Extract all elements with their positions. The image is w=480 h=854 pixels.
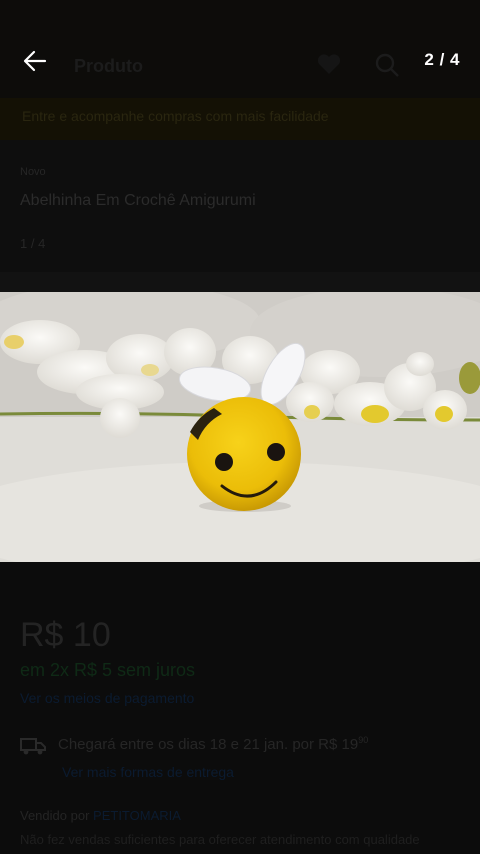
page-title: Produto xyxy=(74,56,143,76)
seller-label: Vendido por xyxy=(20,808,90,823)
login-banner: Entre e acompanhe compras com mais facil… xyxy=(0,98,480,140)
product-name: Abelhinha Em Crochê Amigurumi xyxy=(20,192,256,209)
product-info: Novo Abelhinha Em Crochê Amigurumi 1 / 4 xyxy=(0,140,480,272)
shipping-options-link: Ver mais formas de entrega xyxy=(62,764,234,780)
payment-methods-link: Ver os meios de pagamento xyxy=(20,690,195,706)
shipping-cents: 90 xyxy=(358,735,369,745)
login-banner-text: Entre e acompanhe compras com mais facil… xyxy=(22,108,329,124)
bee-amigurumi-image xyxy=(0,292,480,562)
installments-text: em 2x R$ 5 sem juros xyxy=(20,660,196,680)
gallery-index: 1 / 4 xyxy=(20,236,46,251)
truck-icon xyxy=(20,738,46,755)
seller-name: PETITOMARIA xyxy=(93,808,181,823)
shipping-text-main: Chegará entre os dias 18 e 21 jan. por R… xyxy=(58,736,359,753)
shipping-text: Chegará entre os dias 18 e 21 jan. por R… xyxy=(58,735,368,753)
back-button[interactable] xyxy=(18,44,52,78)
heart-icon xyxy=(317,54,341,74)
product-price: R$ 10 xyxy=(20,616,111,654)
seller-note: Não fez vendas suficientes para oferecer… xyxy=(20,832,420,847)
search-icon xyxy=(375,53,399,77)
page-header: Produto xyxy=(0,0,480,98)
gallery-top-strip xyxy=(0,272,480,292)
product-photo[interactable] xyxy=(0,292,480,562)
image-counter: 2 / 4 xyxy=(424,50,460,69)
arrow-left-icon xyxy=(23,50,47,72)
seller-line: Vendido por PETITOMARIA xyxy=(20,808,181,823)
product-condition: Novo xyxy=(20,166,46,178)
